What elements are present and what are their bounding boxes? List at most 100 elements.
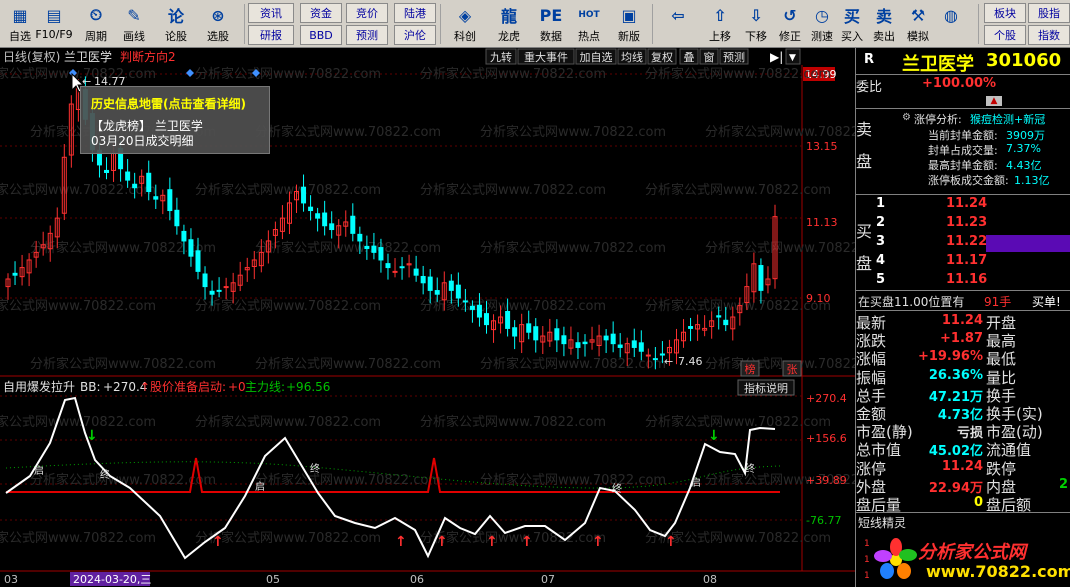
maichu-icon: 卖 [875,7,892,26]
header-button-1[interactable]: 重大事件 [524,50,568,64]
right-button-bottom-1[interactable]: 指数 [1028,25,1070,45]
stat-value2-9: 2 [1058,476,1068,492]
header-button-0[interactable]: 九转 [490,50,512,64]
candle-body-97 [688,326,694,329]
toolbar-redian-button[interactable]: HOT 热点 [568,2,610,46]
candle-body-92 [652,358,658,361]
header-button-7[interactable]: 预测 [723,51,745,64]
grid-button-1[interactable]: 资金 [300,3,342,23]
menu-arrow-icon[interactable]: ▼ [789,53,796,63]
toolbar-shangyi-button[interactable]: ⇧ 上移 [702,2,738,46]
watermark-6-3: 分析家公式网www.70822.com [645,414,831,430]
stat-value-9: 22.94万 [928,480,983,496]
sell-down-arrow-icon-0: ↓ [86,428,98,444]
toolbar-wangluo-button[interactable]: ◍ [936,2,966,46]
toolbar-mairu-button[interactable]: 买买入 [836,2,868,46]
moni-label: 模拟 [907,30,929,43]
toolbar-shuju-button[interactable]: PE 数据 [530,2,572,46]
badge-zhang[interactable]: 张 [787,363,798,376]
right-button-1[interactable]: 股指 [1028,3,1070,23]
grid-button-bottom-0[interactable]: 研报 [248,25,294,45]
zixuan-label: 自选 [9,30,31,43]
bid-level-4: 5 [876,272,886,287]
candle-body-72 [512,327,518,337]
watermark-4-1: 分析家公式网www.70822.com [195,298,381,314]
candle-body-71 [505,310,511,329]
toolbar-maichu-button[interactable]: 卖卖出 [868,2,900,46]
buy-label-2: 盘 [856,254,873,273]
grid-button-bottom-2[interactable]: 预测 [346,25,388,45]
header-button-2[interactable]: 加自选 [580,51,613,64]
zt-row-label-3: 涨停板成交金额: [928,174,1009,187]
bid-price-0[interactable]: 11.24 [946,196,987,211]
period-label[interactable]: 日线(复权) [3,50,60,64]
grid-button-bottom-1[interactable]: BBD [300,25,342,45]
watermark-8-2: 分析家公式网www.70822.com [420,530,606,546]
toolbar-xiayi-button[interactable]: ⇩ 下移 [738,2,774,46]
collapse-up-icon[interactable]: ▲ [986,96,1002,106]
bid-price-4[interactable]: 11.16 [946,272,987,287]
f10-icon: ▤ [46,5,62,25]
candle-body-81 [575,342,581,348]
lunzheng-icon: 论 [167,7,184,26]
svg-text:1: 1 [864,571,870,581]
toolbar-zhouqi-button[interactable]: ⏲ 周期 [76,2,116,46]
bid-level-3: 4 [876,253,886,268]
toolbar-lunzheng-button[interactable]: 论论股 [156,2,196,46]
bid-price-3[interactable]: 11.17 [946,253,987,268]
toolbar-xinban-button[interactable]: ▣ 新版 [608,2,650,46]
candle-body-51 [364,245,370,250]
price-label-2: 11.13 [806,216,838,229]
toolbar-moni-button[interactable]: ⚒ 模拟 [900,2,936,46]
candle-body-53 [378,247,384,261]
watermark-6-2: 分析家公式网www.70822.com [420,414,606,430]
history-info-tooltip[interactable]: 历史信息地雷(点击查看详细) 【龙虎榜】 兰卫医学 03月20日成交明细 [80,86,270,154]
candle-body-42 [301,186,307,204]
ind-mark-5: 启 [691,476,701,489]
toolbar-houtui-button[interactable]: ⇦ [658,2,698,46]
settings-icon[interactable]: ⚙ [902,112,911,123]
candle-body-26 [188,239,194,257]
grid-button-2[interactable]: 竞价 [346,3,388,23]
candle-body-67 [476,304,482,318]
toolbar-longhu-button[interactable]: 龍龙虎 [488,2,530,46]
pin-icon[interactable]: ▶| [770,50,783,64]
x-axis-label-0: 03 [4,573,18,586]
moni-icon: ⚒ [910,5,926,25]
shuju-label: 数据 [540,30,562,43]
redian-label: 热点 [578,30,600,43]
bid-price-1[interactable]: 11.23 [946,215,987,230]
header-button-4[interactable]: 复权 [651,50,673,64]
tooltip-title[interactable]: 历史信息地雷(点击查看详细) [91,95,246,112]
x-axis-label-3: 06 [410,573,424,586]
candle-body-23 [167,189,173,212]
toolbar-xiuzheng-button[interactable]: ↺ 修正 [772,2,808,46]
indicator-help-button[interactable]: 指标说明 [744,381,788,395]
zt-row-value-1: 7.37% [1006,142,1041,155]
indicator-name[interactable]: 自用爆发拉升 [3,379,75,394]
toolbar-huaxian-button[interactable]: ✎ 画线 [114,2,154,46]
price-label-1: 13.15 [806,140,838,153]
toolbar-kechuang-button[interactable]: ◈ 科创 [444,2,486,46]
candle-body-29 [209,290,215,295]
toolbar-xuangu-button[interactable]: ⊛ 选股 [198,2,238,46]
right-button-0[interactable]: 板块 [984,3,1026,23]
queue-label: 在买盘11.00位置有 [858,295,965,309]
zhouqi-label: 周期 [85,30,107,43]
toolbar-f10-button[interactable]: ▤ F10/F9 [34,2,74,46]
header-button-5[interactable]: 叠 [684,51,695,64]
badge-bang[interactable]: 榜 [745,362,756,376]
grid-button-bottom-3[interactable]: 沪伦 [394,25,436,45]
quote-title: R 兰卫医学 301060 [856,50,1070,75]
longhu-label: 龙虎 [498,30,520,43]
candle-body-20 [146,172,152,193]
grid-button-0[interactable]: 资讯 [248,3,294,23]
right-button-bottom-0[interactable]: 个股 [984,25,1026,45]
lunzheng-label: 论股 [165,30,187,43]
header-button-3[interactable]: 均线 [621,50,643,64]
bid-price-2[interactable]: 11.22 [946,234,987,249]
toolbar-celsu-button[interactable]: ◷ 测速 [806,2,838,46]
grid-button-3[interactable]: 陆港 [394,3,436,23]
header-button-6[interactable]: 窗 [704,50,715,64]
short-title[interactable]: 短线精灵 [858,514,906,531]
